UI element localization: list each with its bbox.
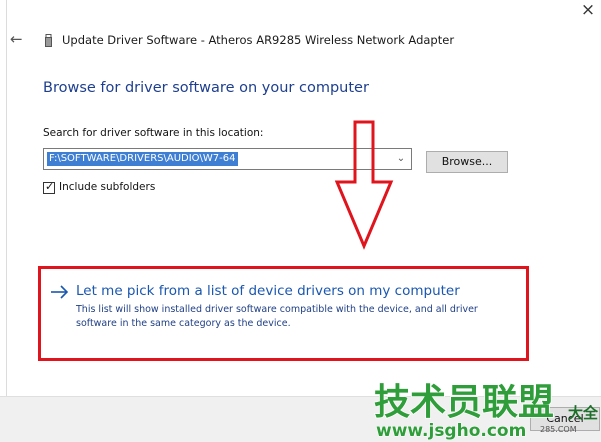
window-left-border — [6, 0, 7, 441]
close-button[interactable]: × — [575, 0, 601, 22]
update-driver-window: × ← Update Driver Software - Atheros AR9… — [0, 0, 601, 442]
right-arrow-icon — [51, 285, 69, 299]
svg-text:www.jsgho.com: www.jsgho.com — [376, 421, 526, 441]
page-heading: Browse for driver software on your compu… — [43, 80, 369, 96]
back-button[interactable]: ← — [10, 30, 28, 48]
browse-button[interactable]: Browse... — [426, 151, 508, 173]
close-icon: × — [580, 0, 596, 20]
checkmark-icon: ✓ — [45, 180, 55, 193]
svg-text:技术员联盟: 技术员联盟 — [374, 382, 554, 423]
window-title: Update Driver Software - Atheros AR9285 … — [62, 33, 455, 47]
red-down-arrow-icon — [335, 120, 394, 250]
back-arrow-icon: ← — [10, 30, 23, 48]
include-subfolders-label: Include subfolders — [59, 181, 156, 193]
pick-from-list-link-text[interactable]: Let me pick from a list of device driver… — [76, 283, 460, 299]
site-watermark: 技术员联盟 大全 285.COM www.jsgho.com — [373, 381, 599, 441]
search-location-label: Search for driver software in this locat… — [43, 127, 264, 139]
pick-from-list-description: This list will show installed driver sof… — [76, 304, 478, 329]
driver-path-value[interactable]: F:\SOFTWARE\DRIVERS\AUDIO\W7-64 — [47, 152, 238, 166]
svg-text:285.COM: 285.COM — [540, 425, 577, 434]
usb-device-icon — [45, 34, 52, 47]
include-subfolders-checkbox[interactable]: ✓ — [43, 180, 55, 194]
chevron-down-icon[interactable]: ⌄ — [394, 151, 408, 167]
svg-text:大全: 大全 — [568, 404, 599, 422]
